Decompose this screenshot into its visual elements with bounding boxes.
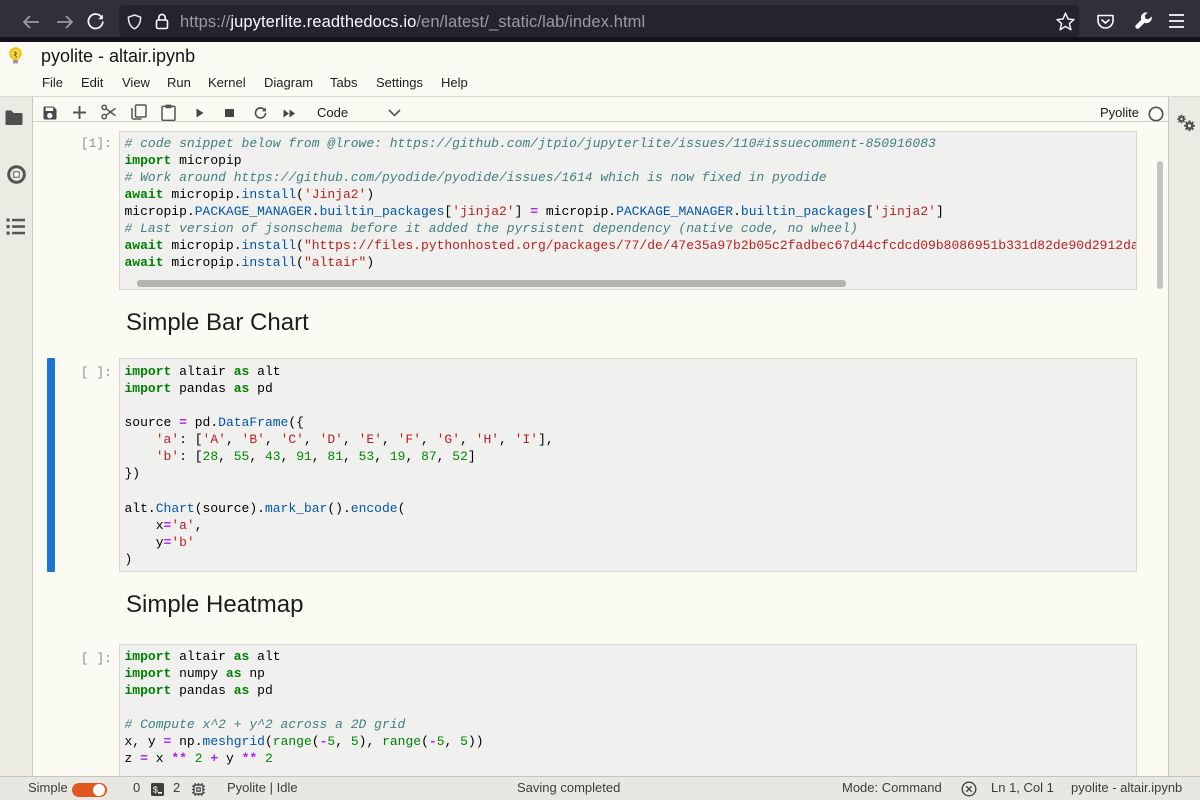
svg-text:$: $ (152, 786, 158, 796)
